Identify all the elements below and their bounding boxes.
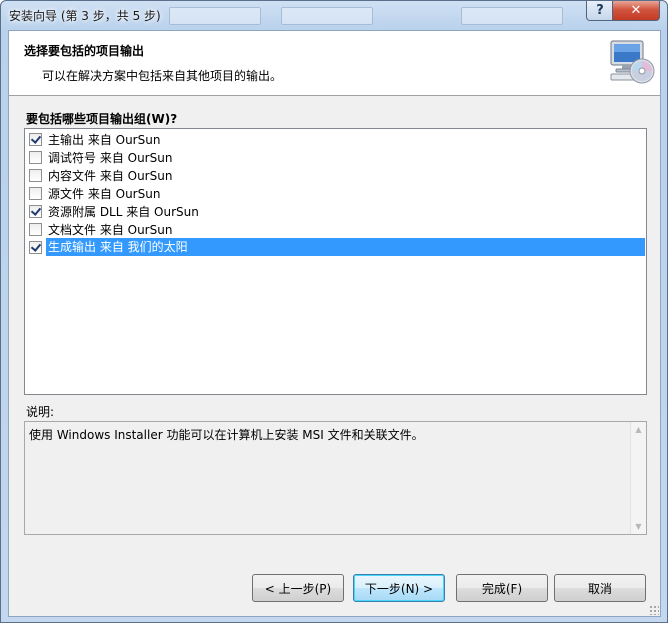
background-ghost — [461, 7, 563, 25]
checkbox[interactable] — [29, 132, 42, 146]
title-bar[interactable]: 安装向导 (第 3 步，共 5 步) ? ✕ — [1, 1, 667, 29]
list-item-label: 主输出 来自 OurSun — [48, 132, 161, 147]
page-subtitle: 可以在解决方案中包括来自其他项目的输出。 — [42, 69, 283, 83]
description-box[interactable]: 使用 Windows Installer 功能可以在计算机上安装 MSI 文件和… — [24, 421, 647, 535]
wizard-header: 选择要包括的项目输出 可以在解决方案中包括来自其他项目的输出。 — [9, 31, 660, 96]
description-label: 说明: — [26, 405, 55, 419]
list-item-label: 内容文件 来自 OurSun — [48, 168, 173, 183]
close-button[interactable]: ✕ — [612, 1, 660, 21]
description-text: 使用 Windows Installer 功能可以在计算机上安装 MSI 文件和… — [29, 428, 424, 442]
list-item-label: 源文件 来自 OurSun — [48, 186, 161, 201]
background-ghost — [169, 7, 261, 25]
window-title: 安装向导 (第 3 步，共 5 步) — [9, 9, 161, 23]
back-button[interactable]: < 上一步(P) — [252, 574, 344, 602]
finish-button[interactable]: 完成(F) — [456, 574, 548, 602]
list-item[interactable]: 资源附属 DLL 来自 OurSun — [26, 202, 645, 220]
cancel-button[interactable]: 取消 — [554, 574, 646, 602]
description-scrollbar[interactable]: ▲ ▼ — [630, 422, 646, 534]
output-groups-label: 要包括哪些项目输出组(W)? — [26, 112, 178, 126]
list-item[interactable]: 源文件 来自 OurSun — [26, 184, 645, 202]
scroll-up-icon[interactable]: ▲ — [631, 422, 646, 437]
list-item[interactable]: 内容文件 来自 OurSun — [26, 166, 645, 184]
resize-grip-icon[interactable] — [649, 605, 659, 615]
list-item-label: 生成输出 来自 我们的太阳 — [46, 238, 645, 256]
list-item[interactable]: 文档文件 来自 OurSun — [26, 220, 645, 238]
checkbox[interactable] — [29, 204, 42, 218]
list-item[interactable]: 主输出 来自 OurSun — [26, 130, 645, 148]
checkbox[interactable] — [29, 222, 42, 236]
wizard-window: 安装向导 (第 3 步，共 5 步) ? ✕ 选择要包括的项目输出 可以在解决方… — [0, 0, 668, 623]
list-item-label: 资源附属 DLL 来自 OurSun — [48, 204, 199, 219]
computer-cd-icon — [610, 40, 655, 84]
list-item[interactable]: 调试符号 来自 OurSun — [26, 148, 645, 166]
next-button[interactable]: 下一步(N) > — [353, 574, 445, 602]
output-groups-list[interactable]: 主输出 来自 OurSun 调试符号 来自 OurSun 内容文件 来自 Our… — [24, 128, 647, 395]
checkbox[interactable] — [29, 150, 42, 164]
checkbox[interactable] — [29, 168, 42, 182]
dialog-client: 选择要包括的项目输出 可以在解决方案中包括来自其他项目的输出。 要包括哪些项目输… — [8, 30, 661, 617]
list-item-label: 文档文件 来自 OurSun — [48, 222, 173, 237]
list-item-selected[interactable]: 生成输出 来自 我们的太阳 — [26, 238, 645, 256]
page-title: 选择要包括的项目输出 — [24, 44, 145, 58]
help-button[interactable]: ? — [586, 1, 614, 21]
list-item-label: 调试符号 来自 OurSun — [48, 150, 173, 165]
scroll-down-icon[interactable]: ▼ — [631, 519, 646, 534]
checkbox[interactable] — [29, 186, 42, 200]
background-ghost — [281, 7, 373, 25]
checkbox[interactable] — [29, 240, 42, 254]
